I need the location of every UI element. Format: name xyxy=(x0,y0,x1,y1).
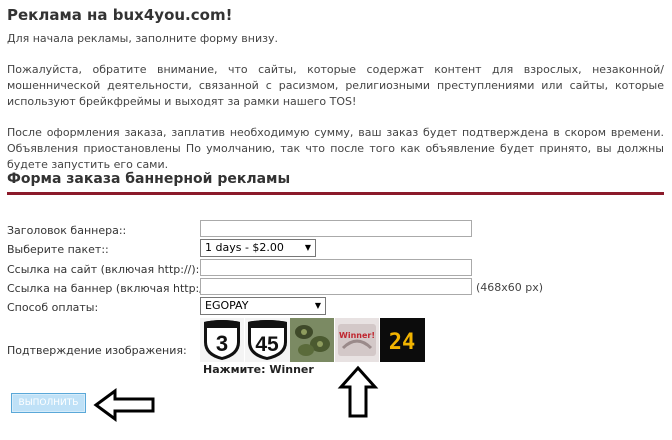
payment-label: Способ оплаты: xyxy=(7,301,99,314)
captcha-image-shield-45[interactable]: 45 xyxy=(245,318,290,362)
site-url-label: Ссылка на сайт (включая http://):: xyxy=(7,263,204,276)
site-url-input[interactable] xyxy=(200,259,472,276)
arrow-up-icon xyxy=(337,365,379,418)
captcha-instruction: Нажмите: Winner xyxy=(203,363,314,376)
payment-select-value: EGOPAY xyxy=(205,299,249,312)
chevron-down-icon: ▼ xyxy=(304,243,311,252)
arrow-left-icon xyxy=(93,388,155,422)
banner-size-hint: (468x60 px) xyxy=(476,281,544,294)
payment-select[interactable]: EGOPAY ▼ xyxy=(200,297,326,315)
banner-url-label: Ссылка на баннер (включая http://):: xyxy=(7,282,219,295)
package-select[interactable]: 1 days - $2.00 ▼ xyxy=(200,239,316,257)
captcha-image-turtles[interactable] xyxy=(290,318,334,362)
banner-title-label: Заголовок баннера:: xyxy=(7,224,127,237)
captcha-text-1: 3 xyxy=(216,331,228,356)
chevron-down-icon: ▼ xyxy=(314,301,321,310)
order-info-paragraph: После оформления заказа, заплатив необхо… xyxy=(7,126,664,171)
package-label: Выберите пакет:: xyxy=(7,243,109,256)
captcha-text-5: 24 xyxy=(389,330,416,355)
captcha-text-2: 45 xyxy=(255,333,279,356)
captcha-label: Подтверждение изображения: xyxy=(7,344,187,357)
package-select-value: 1 days - $2.00 xyxy=(205,241,284,254)
form-title: Форма заказа баннерной рекламы xyxy=(7,171,291,187)
banner-title-input[interactable] xyxy=(200,220,472,237)
banner-url-input[interactable] xyxy=(200,278,472,295)
captcha-image-24[interactable]: 24 xyxy=(380,318,425,362)
submit-button[interactable]: ВЫПОЛНИТЬ xyxy=(11,393,86,413)
title-divider xyxy=(7,192,664,195)
intro-paragraph: Для начала рекламы, заполните форму вниз… xyxy=(7,32,278,45)
captcha-image-shield-3[interactable]: 3 xyxy=(200,318,244,362)
page-title: Реклама на bux4you.com! xyxy=(7,6,233,24)
notice-paragraph: Пожалуйста, обратите внимание, что сайты… xyxy=(7,63,664,108)
captcha-image-winner[interactable]: Winner! xyxy=(335,318,379,362)
captcha-text-4: Winner! xyxy=(339,331,375,340)
